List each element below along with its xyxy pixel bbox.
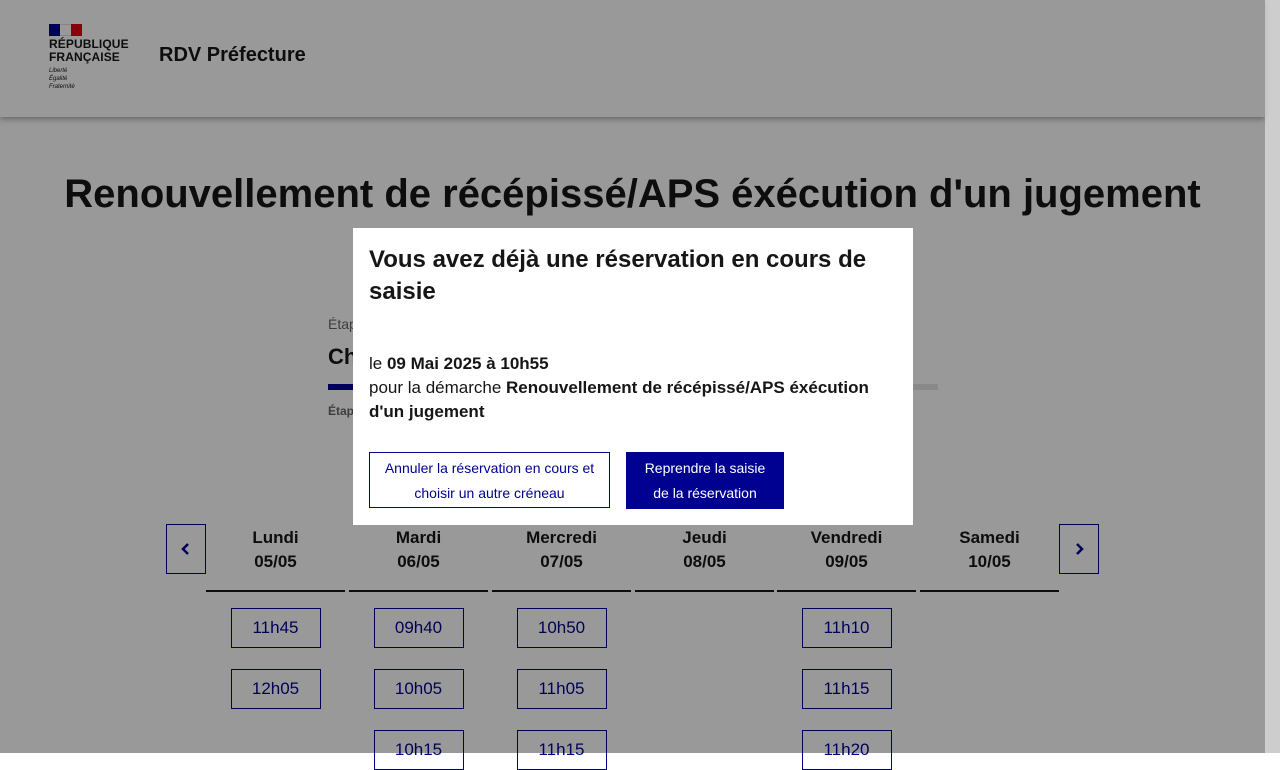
date-prefix: le <box>369 354 387 373</box>
page-scrollbar[interactable] <box>1265 0 1280 753</box>
resume-reservation-button[interactable]: Reprendre la saisie de la réservation <box>626 452 784 509</box>
existing-reservation-dialog: Vous avez déjà une réservation en cours … <box>353 228 913 525</box>
dialog-title: Vous avez déjà une réservation en cours … <box>369 246 867 305</box>
reservation-date-line: le 09 Mai 2025 à 10h55 <box>369 352 897 376</box>
reservation-procedure-line: pour la démarche Renouvellement de récép… <box>369 376 897 424</box>
procedure-prefix: pour la démarche <box>369 378 507 397</box>
cancel-reservation-button[interactable]: Annuler la réservation en cours et chois… <box>369 452 610 508</box>
dialog-body: le 09 Mai 2025 à 10h55 pour la démarche … <box>369 352 897 424</box>
reservation-date: 09 Mai 2025 à 10h55 <box>386 354 549 373</box>
